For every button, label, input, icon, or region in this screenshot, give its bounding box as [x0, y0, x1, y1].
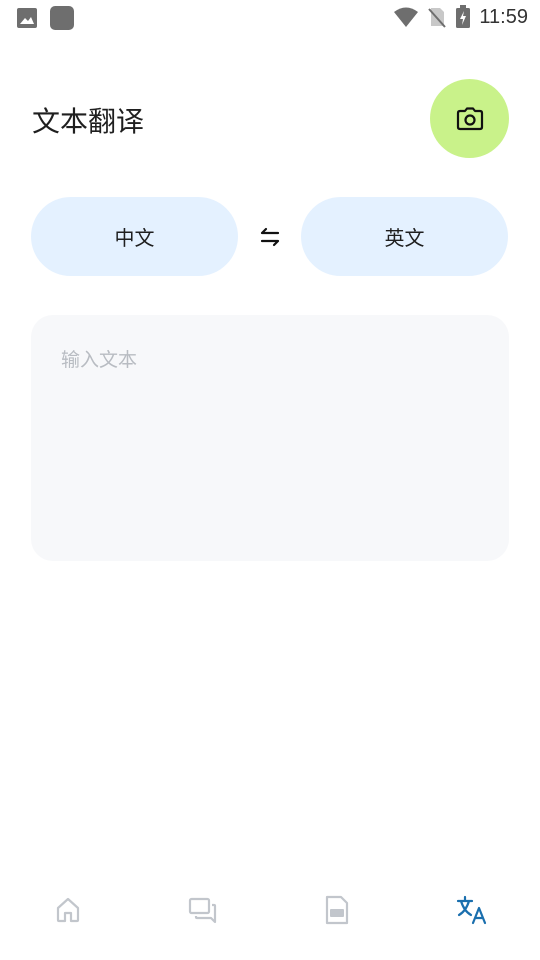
target-language-label: 英文	[384, 226, 425, 250]
text-input[interactable]	[61, 345, 481, 535]
nav-chat[interactable]	[183, 890, 223, 930]
target-language-button[interactable]: 英文	[301, 197, 508, 276]
app-icon	[50, 6, 74, 30]
swap-icon	[260, 227, 280, 247]
page-title: 文本翻译	[32, 105, 145, 138]
wifi-icon	[394, 7, 419, 27]
source-language-label: 中文	[114, 226, 155, 250]
camera-button[interactable]	[430, 79, 509, 158]
battery-charging-icon	[456, 5, 471, 28]
swap-language-button[interactable]	[255, 222, 285, 252]
image-icon	[17, 8, 37, 28]
status-time: 11:59	[479, 5, 528, 28]
text-input-container	[31, 315, 509, 561]
nav-pdf[interactable]	[317, 890, 357, 930]
translate-icon	[456, 895, 487, 925]
bottom-nav	[0, 872, 540, 944]
nav-translate[interactable]	[452, 890, 492, 930]
pdf-icon	[325, 895, 349, 925]
chat-icon	[188, 897, 217, 924]
nav-home[interactable]	[48, 890, 88, 930]
source-language-button[interactable]: 中文	[31, 197, 238, 276]
camera-icon	[456, 106, 483, 130]
no-sim-icon	[428, 8, 447, 28]
status-bar: 11:59	[0, 0, 540, 36]
home-icon	[56, 897, 80, 923]
